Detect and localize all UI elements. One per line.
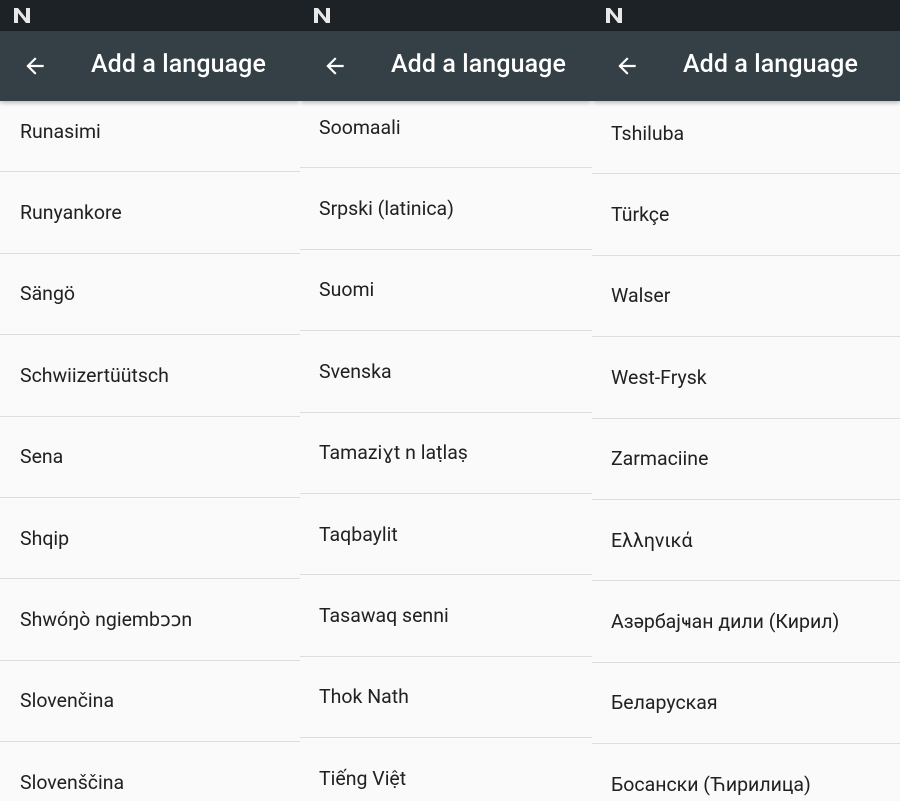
language-item[interactable]: Tshiluba <box>592 93 900 175</box>
language-label: Runyankore <box>20 201 122 225</box>
language-item[interactable]: Walser <box>592 256 900 338</box>
language-item[interactable]: Ελληνικά <box>592 500 900 582</box>
language-item[interactable]: Runyankore <box>0 172 300 254</box>
language-label: Srpski (latinica) <box>319 197 454 221</box>
language-label: Tamaziɣt n laṭlaṣ <box>319 441 468 465</box>
language-label: Zarmaciine <box>611 447 709 471</box>
language-item[interactable]: Taqbaylit <box>300 494 592 576</box>
page-title: Add a language <box>683 50 858 79</box>
language-item[interactable]: Slovenščina <box>0 742 300 801</box>
language-list[interactable]: Soomaali Srpski (latinica) Suomi Svenska… <box>300 87 592 801</box>
language-item[interactable]: Беларуская <box>592 663 900 745</box>
app-bar: Add a language <box>592 31 900 101</box>
language-label: Slovenščina <box>20 770 125 794</box>
language-label: Soomaali <box>319 115 401 139</box>
status-bar <box>300 0 592 31</box>
page-title: Add a language <box>91 50 266 79</box>
back-arrow-icon[interactable] <box>22 53 48 79</box>
language-item[interactable]: Босански (Ћирилица) <box>592 744 900 801</box>
language-label: Ελληνικά <box>611 528 693 552</box>
language-item[interactable]: West-Frysk <box>592 337 900 419</box>
app-bar: Add a language <box>300 31 592 101</box>
language-item[interactable]: Suomi <box>300 250 592 332</box>
back-arrow-icon[interactable] <box>322 53 348 79</box>
notification-n-icon <box>314 8 330 23</box>
language-label: Walser <box>611 284 671 308</box>
page-title: Add a language <box>391 50 566 79</box>
language-item[interactable]: Schwiizertüütsch <box>0 335 300 417</box>
phone-screen-3: Add a language Tshiluba Türkçe Walser We… <box>592 0 900 801</box>
back-arrow-icon[interactable] <box>614 53 640 79</box>
language-label: Беларуская <box>611 691 718 715</box>
language-item[interactable]: Shqip <box>0 498 300 580</box>
status-bar <box>0 0 300 31</box>
language-item[interactable]: Sängö <box>0 254 300 336</box>
language-item[interactable]: Tamaziɣt n laṭlaṣ <box>300 413 592 494</box>
language-label: Suomi <box>319 278 375 302</box>
language-item[interactable]: Slovenčina <box>0 661 300 743</box>
language-item[interactable]: Tiếng Việt <box>300 738 592 801</box>
language-item[interactable]: Runasimi <box>0 91 300 173</box>
language-label: West-Frysk <box>611 365 707 389</box>
language-item[interactable]: Азәрбајҹан дили (Кирил) <box>592 581 900 663</box>
phone-screen-1: Add a language Runasimi Runyankore Sängö… <box>0 0 300 801</box>
language-label: Азәрбајҹан дили (Кирил) <box>611 610 840 634</box>
language-label: Slovenčina <box>20 689 115 713</box>
language-label: Shwóŋò ngiembɔɔn <box>20 608 193 632</box>
status-bar <box>592 0 900 31</box>
language-item[interactable]: Svenska <box>300 331 592 413</box>
language-item[interactable]: Zarmaciine <box>592 419 900 500</box>
language-label: Runasimi <box>20 119 101 143</box>
language-label: Tiếng Việt <box>319 766 407 790</box>
language-label: Sängö <box>20 282 76 306</box>
notification-n-icon <box>14 8 30 23</box>
language-list[interactable]: Runasimi Runyankore Sängö Schwiizertüüts… <box>0 91 300 801</box>
language-item[interactable]: Sena <box>0 417 300 498</box>
language-label: Tasawaq senni <box>319 604 449 628</box>
language-item[interactable]: Türkçe <box>592 174 900 256</box>
phone-screen-2: Add a language Soomaali Srpski (latinica… <box>300 0 592 801</box>
app-bar: Add a language <box>0 31 300 101</box>
notification-n-icon <box>606 8 622 23</box>
language-label: Svenska <box>319 359 392 383</box>
language-label: Shqip <box>20 526 70 550</box>
language-label: Schwiizertüütsch <box>20 363 169 387</box>
language-label: Türkçe <box>611 203 670 227</box>
language-label: Sena <box>20 445 64 469</box>
language-item[interactable]: Shwóŋò ngiembɔɔn <box>0 579 300 661</box>
language-label: Tshiluba <box>611 121 685 145</box>
language-label: Thok Nath <box>319 685 409 709</box>
language-label: Босански (Ћирилица) <box>611 772 811 796</box>
language-item[interactable]: Srpski (latinica) <box>300 168 592 250</box>
language-label: Taqbaylit <box>319 522 398 546</box>
language-item[interactable]: Thok Nath <box>300 657 592 739</box>
language-item[interactable]: Tasawaq senni <box>300 575 592 657</box>
screenshot-collage: Add a language Runasimi Runyankore Sängö… <box>0 0 900 801</box>
language-list[interactable]: Tshiluba Türkçe Walser West-Frysk Zarmac… <box>592 93 900 801</box>
